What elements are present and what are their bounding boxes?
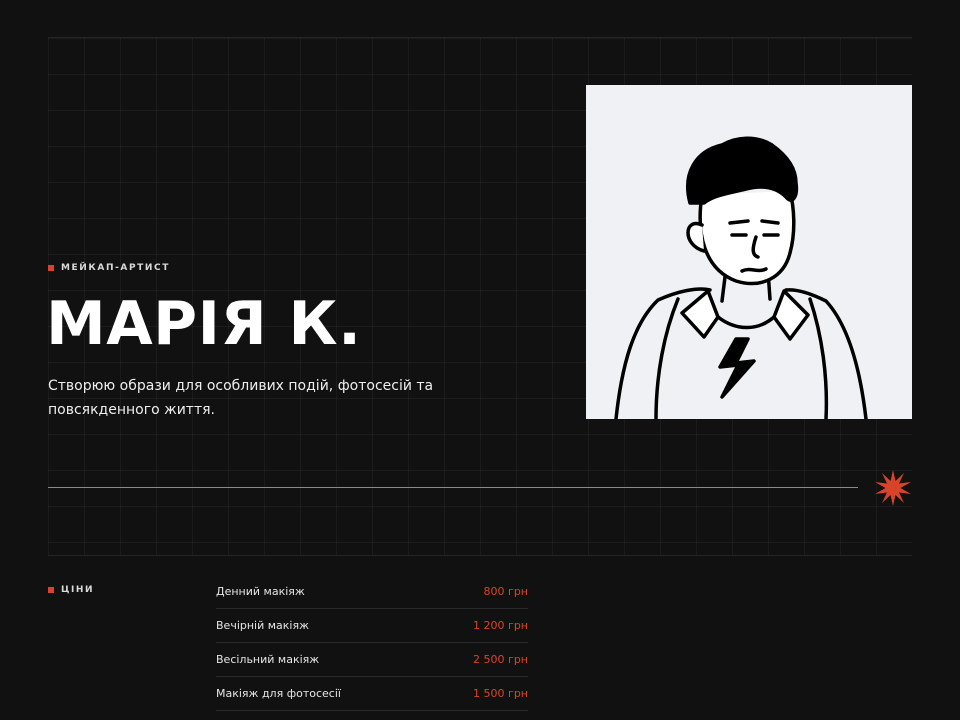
prices-heading: ЦІНИ bbox=[48, 585, 94, 595]
hero-divider bbox=[48, 487, 858, 488]
price-item-name: Весільний макіяж bbox=[216, 653, 320, 666]
price-item-value: 2 500 грн bbox=[473, 653, 528, 666]
hero-eyebrow: МЕЙКАП-АРТИСТ bbox=[48, 263, 170, 273]
price-item-name: Денний макіяж bbox=[216, 585, 305, 598]
starburst-icon bbox=[875, 470, 911, 506]
price-item-value: 1 200 грн bbox=[473, 619, 528, 632]
price-item-name: Вечірній макіяж bbox=[216, 619, 310, 632]
portrait-illustration bbox=[586, 85, 912, 419]
square-bullet-icon bbox=[48, 587, 54, 593]
price-row: Весільний макіяж 2 500 грн bbox=[216, 643, 528, 677]
price-list: Денний макіяж 800 грн Вечірній макіяж 1 … bbox=[216, 575, 528, 711]
price-row: Вечірній макіяж 1 200 грн bbox=[216, 609, 528, 643]
hero-subtitle: Створюю образи для особливих подій, фото… bbox=[48, 378, 434, 418]
price-item-value: 1 500 грн bbox=[473, 687, 528, 700]
price-row: Макіяж для фотосесії 1 500 грн bbox=[216, 677, 528, 711]
price-item-name: Макіяж для фотосесії bbox=[216, 687, 341, 700]
price-item-value: 800 грн bbox=[483, 585, 528, 598]
prices-heading-text: ЦІНИ bbox=[61, 585, 95, 595]
page-title: МАРІЯ К. bbox=[46, 289, 362, 359]
hero-section: МЕЙКАП-АРТИСТ МАРІЯ К. Створюю образи дл… bbox=[46, 37, 912, 556]
price-row: Денний макіяж 800 грн bbox=[216, 575, 528, 609]
square-bullet-icon bbox=[48, 265, 54, 271]
eyebrow-text: МЕЙКАП-АРТИСТ bbox=[61, 263, 171, 273]
portrait-svg bbox=[614, 136, 868, 419]
